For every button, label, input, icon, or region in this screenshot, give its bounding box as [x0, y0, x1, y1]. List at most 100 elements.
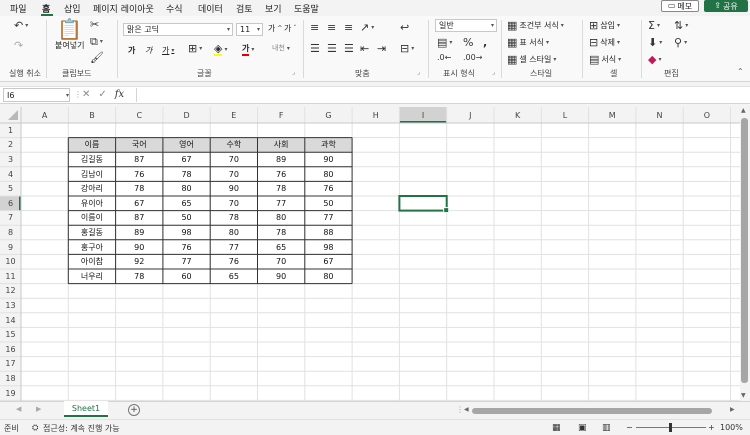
clear-button[interactable]: ◆ ▾ — [648, 54, 661, 65]
row-header-14[interactable]: 14 — [0, 313, 21, 328]
align-center-button[interactable]: ☰ — [327, 43, 337, 54]
row-header-3[interactable]: 3 — [0, 152, 21, 167]
table-cell[interactable]: 78 — [258, 225, 305, 240]
bold-button[interactable]: 가 — [128, 45, 135, 56]
table-cell[interactable]: 87 — [116, 211, 163, 226]
row-header-9[interactable]: 9 — [0, 240, 21, 255]
row-header-15[interactable]: 15 — [0, 327, 21, 342]
collapse-ribbon-icon[interactable]: ⌃ — [737, 68, 744, 76]
table-cell[interactable]: 90 — [305, 152, 352, 167]
table-format-button[interactable]: ▦ 표 서식 ▾ — [507, 37, 549, 48]
column-header-l[interactable]: L — [541, 107, 588, 123]
copy-button[interactable]: ⧉ ▾ — [90, 36, 103, 47]
next-sheet-icon[interactable]: ▶ — [36, 405, 41, 413]
find-select-button[interactable]: ⚲ ▾ — [674, 37, 687, 48]
percent-button[interactable]: % — [463, 37, 473, 48]
fill-color-button[interactable]: ◈ ▾ — [214, 43, 227, 56]
undo-button[interactable]: ↶ ▾ — [14, 20, 28, 31]
tab-view[interactable]: 보기 — [265, 2, 282, 15]
table-cell[interactable]: 김길동 — [68, 152, 115, 167]
table-cell[interactable]: 65 — [163, 196, 210, 211]
table-header-cell[interactable]: 수학 — [210, 138, 257, 153]
tab-data[interactable]: 데이터 — [198, 2, 223, 15]
table-cell[interactable]: 홍구아 — [68, 240, 115, 255]
underline-button[interactable]: 가 ▾ — [162, 45, 174, 56]
orientation-button[interactable]: ↗ ▾ — [360, 22, 374, 33]
font-size-combo[interactable]: 11 ▾ — [236, 23, 263, 36]
align-middle-button[interactable]: ≡ — [327, 22, 336, 33]
row-header-10[interactable]: 10 — [0, 254, 21, 269]
table-cell[interactable]: 김남이 — [68, 167, 115, 182]
add-sheet-button[interactable]: + — [128, 404, 140, 416]
row-header-6[interactable]: 6 — [0, 196, 21, 211]
cancel-icon[interactable]: ✕ — [82, 89, 90, 100]
row-header-12[interactable]: 12 — [0, 284, 21, 299]
italic-button[interactable]: 가 — [145, 45, 152, 56]
tab-insert[interactable]: 삽입 — [64, 2, 81, 15]
column-header-j[interactable]: J — [447, 107, 494, 123]
cut-button[interactable]: ✂ — [90, 19, 99, 30]
table-cell[interactable]: 76 — [210, 254, 257, 269]
align-bottom-button[interactable]: ≡ — [344, 22, 353, 33]
column-header-e[interactable]: E — [210, 107, 257, 123]
table-cell[interactable]: 76 — [163, 240, 210, 255]
formula-input[interactable] — [136, 88, 748, 102]
table-cell[interactable]: 98 — [305, 240, 352, 255]
table-cell[interactable]: 77 — [163, 254, 210, 269]
table-header-cell[interactable]: 영어 — [163, 138, 210, 153]
sheet-tab-sheet1[interactable]: Sheet1 — [64, 401, 108, 417]
table-cell[interactable]: 유이아 — [68, 196, 115, 211]
table-cell[interactable]: 78 — [163, 167, 210, 182]
table-cell[interactable]: 80 — [305, 167, 352, 182]
table-cell[interactable]: 70 — [210, 152, 257, 167]
row-header-2[interactable]: 2 — [0, 138, 21, 153]
row-header-18[interactable]: 18 — [0, 371, 21, 386]
column-header-a[interactable]: A — [21, 107, 68, 123]
table-header-cell[interactable]: 이름 — [68, 138, 115, 153]
font-color-button[interactable]: 가 ▾ — [242, 43, 254, 56]
paste-button[interactable]: 📋 붙여넣기 — [55, 19, 84, 51]
fill-button[interactable]: ⬇ ▾ — [648, 37, 662, 48]
table-cell[interactable]: 90 — [116, 240, 163, 255]
table-cell[interactable]: 67 — [163, 152, 210, 167]
increase-decimal-button[interactable]: .0← — [437, 54, 451, 62]
column-header-b[interactable]: B — [68, 107, 115, 123]
page-layout-view-icon[interactable]: ▣ — [578, 423, 587, 433]
page-break-view-icon[interactable]: ▥ — [602, 423, 611, 433]
zoom-in-icon[interactable]: + — [708, 423, 715, 432]
column-header-d[interactable]: D — [163, 107, 210, 123]
horizontal-scroll-thumb[interactable] — [472, 408, 712, 414]
table-cell[interactable]: 65 — [258, 240, 305, 255]
row-header-5[interactable]: 5 — [0, 181, 21, 196]
autosum-button[interactable]: Σ ▾ — [648, 20, 660, 31]
scroll-down-icon[interactable]: ▼ — [741, 392, 746, 399]
table-cell[interactable]: 76 — [116, 167, 163, 182]
enter-icon[interactable]: ✓ — [98, 89, 106, 100]
wrap-text-button[interactable]: ↩ — [400, 22, 409, 33]
table-cell[interactable]: 70 — [210, 196, 257, 211]
row-header-19[interactable]: 19 — [0, 386, 21, 401]
tab-formulas[interactable]: 수식 — [166, 2, 183, 15]
column-header-m[interactable]: M — [589, 107, 636, 123]
table-cell[interactable]: 너우리 — [68, 269, 115, 284]
table-cell[interactable]: 78 — [116, 269, 163, 284]
table-cell[interactable]: 90 — [210, 181, 257, 196]
table-cell[interactable]: 77 — [210, 240, 257, 255]
table-cell[interactable]: 78 — [258, 181, 305, 196]
grow-font-button[interactable]: 가 ^ — [268, 23, 282, 34]
tab-split-icon[interactable]: ⋮ — [456, 405, 464, 414]
delete-cells-button[interactable]: ⊟ 삭제 ▾ — [589, 37, 620, 48]
row-header-16[interactable]: 16 — [0, 342, 21, 357]
table-header-cell[interactable]: 국어 — [116, 138, 163, 153]
column-header-o[interactable]: O — [683, 107, 730, 123]
decrease-decimal-button[interactable]: .00→ — [463, 54, 482, 62]
tab-file[interactable]: 파일 — [10, 2, 27, 15]
table-cell[interactable]: 78 — [210, 211, 257, 226]
insert-cells-button[interactable]: ⊞ 삽입 ▾ — [589, 20, 620, 31]
prev-sheet-icon[interactable]: ◀ — [16, 405, 21, 413]
conditional-format-button[interactable]: ▦ 조건부 서식 ▾ — [507, 20, 564, 31]
column-header-h[interactable]: H — [352, 107, 399, 123]
table-cell[interactable]: 이름이 — [68, 211, 115, 226]
increase-indent-button[interactable]: ⇥ — [377, 43, 386, 54]
table-cell[interactable]: 50 — [305, 196, 352, 211]
